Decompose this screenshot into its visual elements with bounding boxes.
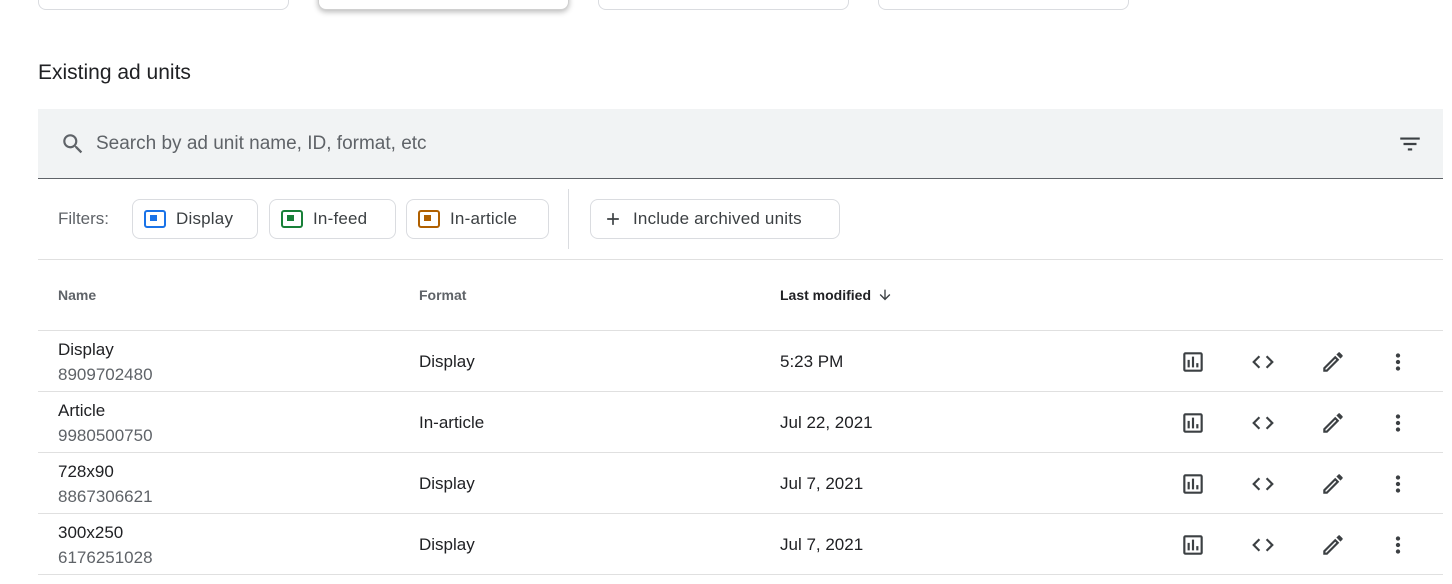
ad-type-card-1[interactable] bbox=[38, 0, 289, 10]
section-title: Existing ad units bbox=[38, 61, 191, 84]
ad-unit-id: 8909702480 bbox=[58, 365, 153, 384]
ad-unit-name[interactable]: Article bbox=[58, 401, 105, 421]
include-archived-label: Include archived units bbox=[633, 209, 802, 228]
filters-label: Filters: bbox=[58, 209, 109, 228]
ad-unit-id: 6176251028 bbox=[58, 548, 153, 567]
ad-unit-last-modified: 5:23 PM bbox=[780, 352, 844, 371]
ad-unit-name[interactable]: Display bbox=[58, 340, 114, 360]
arrow-downward-icon bbox=[879, 289, 891, 301]
code-icon[interactable] bbox=[1250, 349, 1276, 375]
ad-unit-name[interactable]: 728x90 bbox=[58, 462, 114, 482]
ad-unit-last-modified: Jul 7, 2021 bbox=[780, 474, 864, 493]
more-vert-icon[interactable] bbox=[1385, 532, 1411, 558]
filter-chip-label: Display bbox=[176, 209, 234, 228]
filters-row: Filters: Display In-feed In-article Incl… bbox=[38, 179, 1443, 260]
edit-icon[interactable] bbox=[1320, 410, 1346, 436]
ad-unit-format: Display bbox=[419, 474, 475, 493]
ad-type-card-3[interactable] bbox=[598, 0, 849, 10]
ad-unit-format: Display bbox=[419, 352, 475, 371]
code-icon[interactable] bbox=[1250, 410, 1276, 436]
ad-unit-format: Display bbox=[419, 535, 475, 554]
filter-chip-display[interactable]: Display bbox=[132, 199, 258, 239]
edit-icon[interactable] bbox=[1320, 471, 1346, 497]
ad-unit-id: 9980500750 bbox=[58, 426, 153, 445]
ad-unit-last-modified: Jul 7, 2021 bbox=[780, 535, 864, 554]
search-input[interactable] bbox=[96, 127, 1346, 161]
table-row: Display 8909702480 Display 5:23 PM bbox=[38, 331, 1443, 392]
filter-chip-label: In-feed bbox=[313, 209, 368, 228]
column-header-last-modified[interactable]: Last modified bbox=[780, 287, 893, 303]
in-article-format-icon bbox=[418, 210, 440, 228]
ad-unit-name[interactable]: 300x250 bbox=[58, 523, 123, 543]
filter-chip-in-feed[interactable]: In-feed bbox=[269, 199, 396, 239]
column-header-last-modified-label: Last modified bbox=[780, 287, 872, 303]
report-icon[interactable] bbox=[1180, 410, 1206, 436]
ad-unit-id: 8867306621 bbox=[58, 487, 153, 506]
filter-list-icon[interactable] bbox=[1397, 131, 1423, 157]
report-icon[interactable] bbox=[1180, 471, 1206, 497]
report-icon[interactable] bbox=[1180, 532, 1206, 558]
filters-divider bbox=[568, 189, 569, 249]
table-header: Name Format Last modified bbox=[38, 260, 1443, 331]
report-icon[interactable] bbox=[1180, 349, 1206, 375]
more-vert-icon[interactable] bbox=[1385, 471, 1411, 497]
add-icon bbox=[607, 213, 619, 225]
table-row: 300x250 6176251028 Display Jul 7, 2021 bbox=[38, 514, 1443, 575]
ad-unit-format: In-article bbox=[419, 413, 485, 432]
search-bar bbox=[38, 109, 1443, 179]
filter-chip-label: In-article bbox=[450, 209, 518, 228]
more-vert-icon[interactable] bbox=[1385, 349, 1411, 375]
more-vert-icon[interactable] bbox=[1385, 410, 1411, 436]
ad-unit-last-modified: Jul 22, 2021 bbox=[780, 413, 873, 432]
ad-type-card-4[interactable] bbox=[878, 0, 1129, 10]
table-row: Article 9980500750 In-article Jul 22, 20… bbox=[38, 392, 1443, 453]
search-icon bbox=[63, 134, 83, 154]
edit-icon[interactable] bbox=[1320, 349, 1346, 375]
in-feed-format-icon bbox=[281, 210, 303, 228]
column-header-format[interactable]: Format bbox=[419, 287, 466, 303]
code-icon[interactable] bbox=[1250, 532, 1276, 558]
edit-icon[interactable] bbox=[1320, 532, 1346, 558]
ad-type-card-2-selected[interactable] bbox=[318, 0, 569, 10]
table-row: 728x90 8867306621 Display Jul 7, 2021 bbox=[38, 453, 1443, 514]
filter-chip-in-article[interactable]: In-article bbox=[406, 199, 549, 239]
code-icon[interactable] bbox=[1250, 471, 1276, 497]
column-header-name[interactable]: Name bbox=[58, 287, 96, 303]
display-format-icon bbox=[144, 210, 166, 228]
include-archived-button[interactable]: Include archived units bbox=[590, 199, 840, 239]
